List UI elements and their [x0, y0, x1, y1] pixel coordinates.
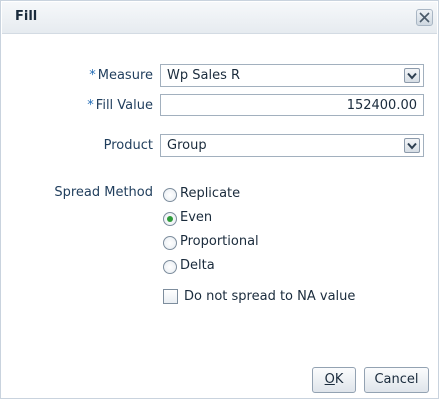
- product-label: Product: [103, 138, 153, 153]
- spread-method-label: Spread Method: [54, 185, 153, 200]
- fill-dialog: Fill *Measure Wp Sales R *Fill Value Pro…: [0, 0, 439, 399]
- radio-button[interactable]: [163, 260, 177, 274]
- measure-select[interactable]: Wp Sales R: [160, 64, 424, 87]
- product-select[interactable]: Group: [160, 134, 424, 157]
- fill-value-label: * Fill Value: [87, 98, 153, 113]
- radio-label: Delta: [180, 258, 215, 273]
- product-dropdown-button[interactable]: [404, 138, 420, 153]
- dialog-titlebar: Fill: [2, 2, 437, 34]
- radio-button[interactable]: [163, 236, 177, 250]
- close-button[interactable]: [416, 9, 433, 26]
- chevron-down-icon: [407, 72, 417, 80]
- fill-value-input[interactable]: [160, 94, 424, 116]
- measure-dropdown-button[interactable]: [404, 68, 420, 83]
- measure-value: Wp Sales R: [167, 68, 241, 83]
- radio-label: Even: [180, 210, 213, 225]
- product-value: Group: [167, 138, 207, 153]
- radio-label: Proportional: [180, 234, 259, 249]
- required-marker: *: [87, 98, 94, 113]
- radio-button[interactable]: [163, 188, 177, 202]
- radio-label: Replicate: [180, 186, 241, 201]
- required-marker: *: [89, 68, 96, 83]
- cancel-button[interactable]: Cancel: [364, 367, 429, 393]
- chevron-down-icon: [407, 142, 417, 150]
- radio-button-selected[interactable]: [163, 212, 177, 226]
- dialog-title: Fill: [15, 9, 38, 24]
- ok-button[interactable]: OK: [312, 367, 356, 393]
- measure-label: * Measure: [89, 68, 153, 83]
- no-spread-na-checkbox[interactable]: [163, 289, 178, 304]
- ok-mnemonic: O: [324, 372, 335, 387]
- close-icon: [419, 12, 430, 23]
- no-spread-na-label[interactable]: Do not spread to NA value: [184, 289, 355, 304]
